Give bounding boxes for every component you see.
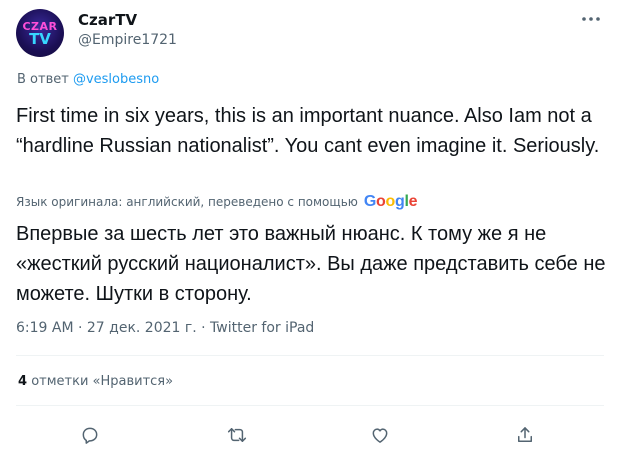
reply-mention-link[interactable]: @veslobesno	[73, 72, 159, 87]
tweet-text: First time in six years, this is an impo…	[16, 105, 600, 157]
likes-stat[interactable]: 4 отметки «Нравится»	[18, 374, 173, 389]
tweet-meta[interactable]: 6:19 AM · 27 дек. 2021 г. · Twitter for …	[16, 320, 314, 336]
more-horizontal-icon	[581, 16, 601, 22]
likes-label: отметки «Нравится»	[31, 374, 174, 389]
like-button[interactable]	[363, 418, 397, 452]
share-icon	[515, 425, 535, 445]
more-options-button[interactable]	[580, 8, 602, 30]
likes-count: 4	[18, 374, 28, 389]
avatar[interactable]: CZAR TV	[16, 9, 64, 57]
translated-text: Впервые за шесть лет это важный нюанс. К…	[16, 223, 606, 305]
divider	[16, 355, 604, 356]
reply-bubble-icon	[80, 425, 100, 445]
translation-note: Язык оригинала: английский, переведено с…	[16, 193, 418, 211]
retweet-icon	[226, 425, 248, 445]
share-button[interactable]	[508, 418, 542, 452]
reply-prefix: В ответ	[17, 72, 69, 87]
divider	[16, 405, 604, 406]
avatar-logo-bottom: TV	[29, 30, 51, 48]
reply-button[interactable]	[73, 418, 107, 452]
google-logo: Google	[363, 193, 418, 210]
heart-icon	[370, 425, 390, 445]
tweet-card: CZAR TV CzarTV @Empire1721 В ответ @vesl…	[0, 0, 620, 462]
reply-context: В ответ @veslobesno	[17, 72, 159, 87]
action-bar	[0, 418, 620, 454]
retweet-button[interactable]	[220, 418, 254, 452]
translation-note-text: Язык оригинала: английский, переведено с…	[16, 195, 358, 209]
user-handle[interactable]: @Empire1721	[78, 32, 177, 48]
display-name[interactable]: CzarTV	[78, 11, 137, 29]
